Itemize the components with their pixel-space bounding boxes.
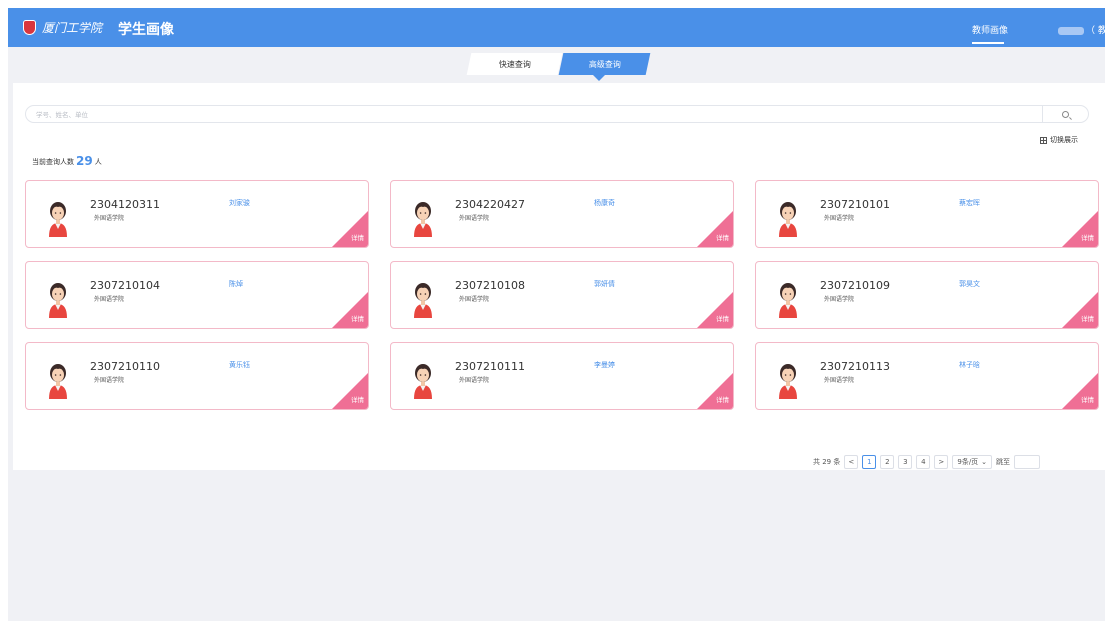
- result-count-number: 29: [76, 154, 93, 168]
- student-name-link[interactable]: 郭妍倩: [594, 279, 615, 289]
- student-avatar-icon: [49, 202, 67, 237]
- student-card[interactable]: 2307210109 外国语学院 郭昊文详情: [755, 261, 1099, 329]
- page-size-select[interactable]: 9条/页 ⌄: [952, 455, 993, 469]
- search-button[interactable]: [1042, 105, 1088, 123]
- school-logo[interactable]: 厦门工学院: [23, 19, 102, 36]
- student-avatar-icon: [779, 283, 797, 318]
- prev-page-button[interactable]: <: [844, 455, 859, 469]
- student-card[interactable]: 2307210113 外国语学院 林子晗详情: [755, 342, 1099, 410]
- nav-teacher-portrait[interactable]: 教师画像: [972, 23, 1008, 36]
- student-id: 2307210110: [90, 360, 160, 373]
- shield-icon: [23, 20, 36, 35]
- student-department: 外国语学院: [459, 377, 490, 384]
- student-id: 2307210108: [455, 279, 525, 292]
- page-button-4[interactable]: 4: [916, 455, 931, 469]
- grid-icon: [1040, 136, 1047, 144]
- student-department: 外国语学院: [94, 296, 125, 303]
- tab-quick-search[interactable]: 快速查询: [466, 53, 563, 75]
- switch-display-label: 切换展示: [1050, 136, 1078, 144]
- detail-button[interactable]: 详情: [1081, 394, 1094, 404]
- student-avatar-icon: [779, 202, 797, 237]
- page-button-2[interactable]: 2: [880, 455, 895, 469]
- school-name: 厦门工学院: [42, 21, 103, 35]
- next-page-button[interactable]: >: [934, 455, 949, 469]
- detail-button[interactable]: 详情: [351, 394, 364, 404]
- app-frame: 厦门工学院 学生画像 教师画像 （ 教师 快速查询 高级查询 学号、姓名、单位 …: [8, 8, 1105, 621]
- student-department: 外国语学院: [824, 215, 855, 222]
- detail-button[interactable]: 详情: [351, 313, 364, 323]
- app-title: 学生画像: [118, 22, 174, 38]
- student-card[interactable]: 2304120311 外国语学院 刘家骏详情: [25, 180, 369, 248]
- detail-button[interactable]: 详情: [1081, 232, 1094, 242]
- student-card[interactable]: 2307210101 外国语学院 蔡宏晖详情: [755, 180, 1099, 248]
- result-count: 当前查询人数 29 人: [32, 154, 102, 168]
- detail-button[interactable]: 详情: [716, 394, 729, 404]
- search-icon: [1062, 110, 1069, 118]
- query-tabs: 快速查询 高级查询: [8, 47, 1105, 83]
- student-name-link[interactable]: 陈焯: [229, 279, 243, 289]
- detail-button[interactable]: 详情: [1081, 313, 1094, 323]
- page-button-1[interactable]: 1: [862, 455, 877, 469]
- search-bar[interactable]: 学号、姓名、单位: [25, 105, 1089, 123]
- goto-label: 跳至: [996, 458, 1011, 466]
- student-department: 外国语学院: [459, 215, 490, 222]
- student-department: 外国语学院: [824, 377, 855, 384]
- student-avatar-icon: [49, 364, 67, 399]
- active-tab-arrow: [593, 75, 605, 81]
- page-button-3[interactable]: 3: [898, 455, 913, 469]
- student-name-link[interactable]: 黄乐钰: [229, 360, 250, 370]
- nav-active-indicator: [972, 42, 1004, 44]
- student-id: 2307210111: [455, 360, 525, 373]
- user-menu[interactable]: （ 教师: [1058, 23, 1105, 36]
- student-card[interactable]: 2307210110 外国语学院 黄乐钰详情: [25, 342, 369, 410]
- student-department: 外国语学院: [824, 296, 855, 303]
- goto-page-input[interactable]: [1014, 455, 1041, 469]
- student-card[interactable]: 2307210104 外国语学院 陈焯详情: [25, 261, 369, 329]
- student-name-link[interactable]: 李曼婷: [594, 360, 615, 370]
- student-card[interactable]: 2307210108 外国语学院 郭妍倩详情: [390, 261, 734, 329]
- student-avatar-icon: [779, 364, 797, 399]
- student-department: 外国语学院: [94, 377, 125, 384]
- student-name-link[interactable]: 蔡宏晖: [959, 198, 980, 208]
- student-id: 2304120311: [90, 198, 160, 211]
- tab-advanced-search[interactable]: 高级查询: [558, 53, 651, 75]
- student-avatar-icon: [49, 283, 67, 318]
- student-id: 2304220427: [455, 198, 525, 211]
- student-name-link[interactable]: 林子晗: [959, 360, 980, 370]
- student-id: 2307210113: [820, 360, 890, 373]
- student-avatar-icon: [414, 202, 432, 237]
- main-panel: 学号、姓名、单位 切换展示 当前查询人数 29 人 2304120311 外国语学院 刘…: [13, 83, 1105, 470]
- pagination: 共 29 条 < 1 2 3 4 > 9条/页 ⌄ 跳至: [813, 455, 1041, 469]
- student-id: 2307210104: [90, 279, 160, 292]
- user-role: （ 教师: [1086, 26, 1105, 36]
- pagination-total: 共 29 条: [813, 458, 841, 466]
- detail-button[interactable]: 详情: [716, 232, 729, 242]
- student-name-link[interactable]: 刘家骏: [229, 198, 250, 208]
- student-name-link[interactable]: 郭昊文: [959, 279, 980, 289]
- student-card[interactable]: 2304220427 外国语学院 杨康奇详情: [390, 180, 734, 248]
- student-name-link[interactable]: 杨康奇: [594, 198, 615, 208]
- user-name-blurred: [1058, 26, 1084, 35]
- student-department: 外国语学院: [94, 215, 125, 222]
- student-department: 外国语学院: [459, 296, 490, 303]
- student-id: 2307210101: [820, 198, 890, 211]
- student-card[interactable]: 2307210111 外国语学院 李曼婷详情: [390, 342, 734, 410]
- detail-button[interactable]: 详情: [716, 313, 729, 323]
- switch-display-button[interactable]: 切换展示: [1040, 135, 1078, 145]
- student-avatar-icon: [414, 364, 432, 399]
- detail-button[interactable]: 详情: [351, 232, 364, 242]
- chevron-down-icon: ⌄: [981, 458, 988, 466]
- student-id: 2307210109: [820, 279, 890, 292]
- top-bar: 厦门工学院 学生画像 教师画像 （ 教师: [8, 8, 1105, 47]
- search-input[interactable]: 学号、姓名、单位: [36, 109, 88, 119]
- student-avatar-icon: [414, 283, 432, 318]
